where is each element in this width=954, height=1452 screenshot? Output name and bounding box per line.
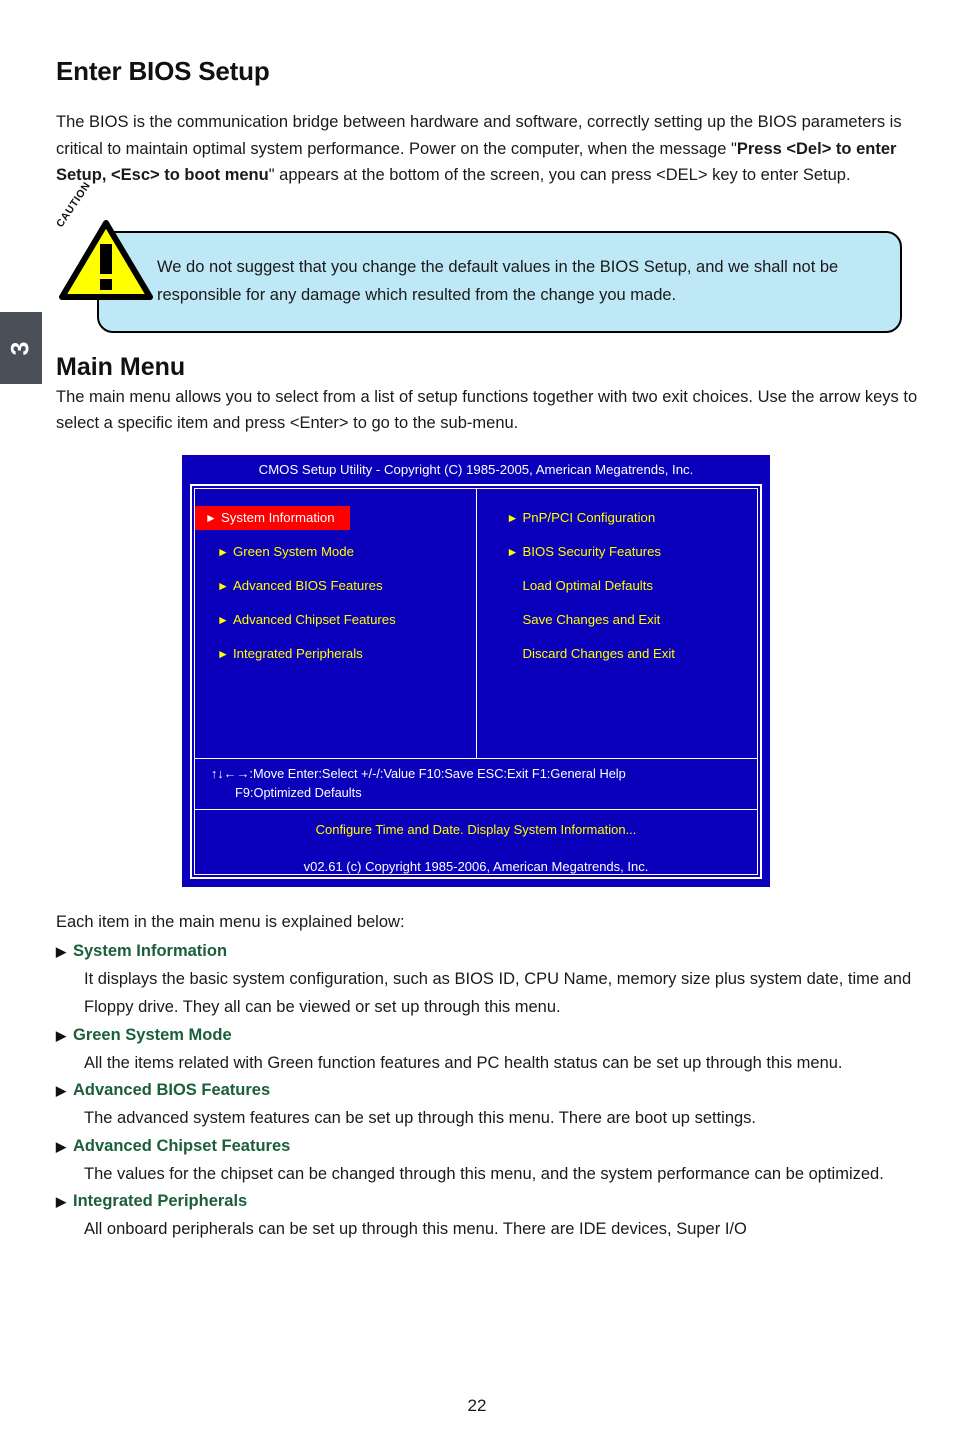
bios-menu-item-load-optimal-defaults[interactable]: Load Optimal Defaults [477,574,758,598]
bios-inner-frame: ► System Information ► Green System Mode… [194,487,758,875]
bios-menu-label: System Information [221,509,335,525]
bios-menu-label: Discard Changes and Exit [522,645,675,661]
explanation-title-label: Integrated Peripherals [73,1192,248,1210]
caution-text: We do not suggest that you change the de… [157,257,839,304]
bios-menu-item-save-changes-and-exit[interactable]: Save Changes and Exit [477,608,758,632]
bios-menu-item-integrated-peripherals[interactable]: ► Integrated Peripherals [195,642,476,666]
bios-menu-label: Integrated Peripherals [233,645,363,661]
main-menu-description: The main menu allows you to select from … [56,387,918,433]
explanations-lead: Each item in the main menu is explained … [56,912,405,931]
explanation-desc-system-information: It displays the basic system configurati… [84,969,912,1017]
triangle-arrow-icon: ► [217,578,229,593]
bios-menu-item-advanced-bios-features[interactable]: ► Advanced BIOS Features [195,574,476,598]
main-menu-heading: Main Menu [56,352,186,381]
bios-menu-item-discard-changes-and-exit[interactable]: Discard Changes and Exit [477,642,758,666]
explanation-title-advanced-chipset-features: ▶ Advanced Chipset Features [56,1133,918,1160]
bios-help-text: Configure Time and Date. Display System … [315,821,637,837]
triangle-bullet-icon: ▶ [56,1138,66,1154]
explanation-title-label: System Information [73,941,228,960]
bios-menu-area: ► System Information ► Green System Mode… [195,488,758,759]
page-content: Enter BIOS Setup The BIOS is the communi… [54,0,918,1452]
page-title: Enter BIOS Setup [56,56,270,86]
bios-menu-label: Save Changes and Exit [522,611,661,627]
bios-outer-frame: ► System Information ► Green System Mode… [190,483,762,879]
explanation-desc-green-system-mode: All the items related with Green functio… [84,1053,843,1072]
intro-text-part2: " appears at the bottom of the screen, y… [268,166,851,184]
triangle-bullet-icon: ▶ [56,943,66,959]
page-number: 22 [467,1396,487,1415]
triangle-arrow-icon: ► [205,510,217,525]
bios-title-bar: CMOS Setup Utility - Copyright (C) 1985-… [184,456,768,482]
explanation-title-green-system-mode: ▶ Green System Mode [56,1022,918,1049]
bios-status-area: Configure Time and Date. Display System … [195,810,757,874]
bios-left-column: ► System Information ► Green System Mode… [195,488,477,758]
explanation-title-integrated-peripherals: ▶ Integrated Peripherals [56,1188,918,1215]
explanation-title-advanced-bios-features: ▶ Advanced BIOS Features [56,1077,918,1104]
bios-right-column: ► PnP/PCI Configuration ► BIOS Security … [477,489,758,758]
bios-menu-label: BIOS Security Features [522,543,662,559]
triangle-arrow-icon: ► [217,646,229,661]
explanation-title-system-information: ▶ System Information [56,938,918,965]
bios-screenshot-wrap: CMOS Setup Utility - Copyright (C) 1985-… [56,454,918,887]
triangle-arrow-icon: ► [506,510,519,525]
bios-menu-label: PnP/PCI Configuration [522,509,656,525]
explanation-title-label: Green System Mode [73,1025,232,1044]
bios-setup-screen: CMOS Setup Utility - Copyright (C) 1985-… [182,454,770,887]
explanation-desc-advanced-chipset-features: The values for the chipset can be change… [84,1164,884,1183]
bios-key-legend-line2: F9:Optimized Defaults [235,784,362,800]
caution-triangle-icon: CAUTION [54,179,156,303]
intro-paragraph: The BIOS is the communication bridge bet… [56,87,918,189]
explanations-section: Each item in the main menu is explained … [56,887,918,1244]
triangle-arrow-icon: ► [217,612,229,627]
bios-menu-item-system-information[interactable]: ► System Information [195,505,350,530]
caution-callout: We do not suggest that you change the de… [54,179,918,333]
explanation-desc-advanced-bios-features: The advanced system features can be set … [84,1109,757,1127]
bios-menu-item-pnp-pci-configuration[interactable]: ► PnP/PCI Configuration [477,506,758,530]
bios-menu-label: Green System Mode [233,543,354,559]
bios-key-legend-line1: ↑↓←→:Move Enter:Select +/-/:Value F10:Sa… [211,765,626,781]
explanation-title-label: Advanced Chipset Features [73,1136,291,1155]
caution-box: We do not suggest that you change the de… [97,230,902,333]
explanation-title-label: Advanced BIOS Features [73,1081,271,1099]
bios-menu-item-advanced-chipset-features[interactable]: ► Advanced Chipset Features [195,608,476,632]
chapter-side-tab: 3 [0,312,42,384]
triangle-arrow-icon: ► [506,544,519,559]
triangle-bullet-icon: ▶ [56,1194,66,1209]
triangle-bullet-icon: ▶ [56,1027,66,1043]
bios-version-text: v02.61 (c) Copyright 1985-2006, American… [303,858,649,874]
bios-menu-item-green-system-mode[interactable]: ► Green System Mode [195,540,476,564]
triangle-arrow-icon: ► [217,544,229,559]
bios-menu-item-bios-security-features[interactable]: ► BIOS Security Features [477,540,758,564]
chapter-number: 3 [6,341,35,355]
bios-menu-label: Advanced BIOS Features [233,577,383,593]
bios-menu-label: Load Optimal Defaults [522,577,653,593]
triangle-bullet-icon: ▶ [56,1083,66,1098]
explanation-desc-integrated-peripherals: All onboard peripherals can be set up th… [84,1220,747,1238]
bios-key-legend: ↑↓←→:Move Enter:Select +/-/:Value F10:Sa… [195,759,757,810]
bios-menu-label: Advanced Chipset Features [233,611,396,627]
